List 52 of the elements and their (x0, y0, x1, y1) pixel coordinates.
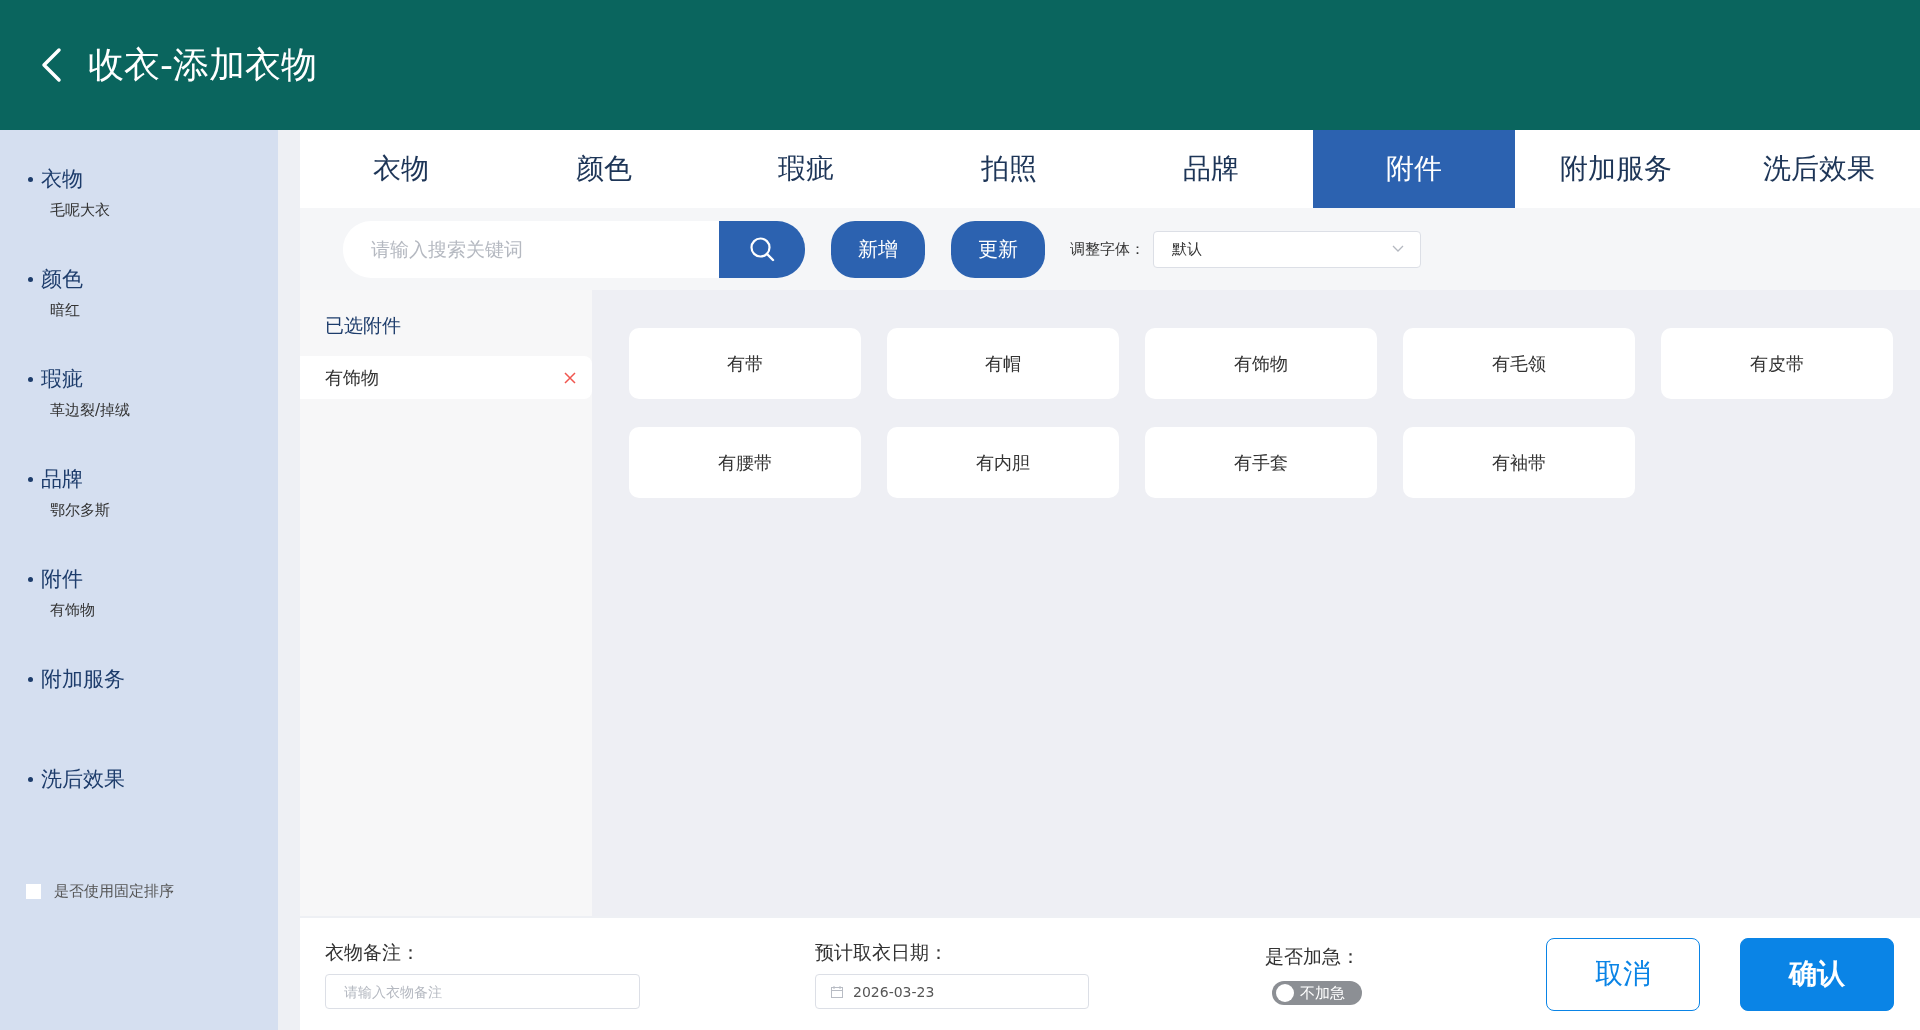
panel-title: 已选附件 (325, 313, 402, 338)
remark-label: 衣物备注： (325, 940, 421, 965)
back-icon[interactable] (40, 47, 62, 83)
page-title: 收衣-添加衣物 (88, 43, 317, 87)
search-button[interactable] (719, 220, 805, 278)
calendar-icon (831, 985, 843, 998)
option-button[interactable]: 有袖带 (1403, 427, 1635, 498)
sidebar-item[interactable]: 洗后效果 (41, 764, 125, 794)
date-field[interactable]: 2026-03-23 (815, 974, 1089, 1009)
option-button[interactable]: 有皮带 (1661, 328, 1893, 399)
option-button[interactable]: 有饰物 (1145, 328, 1377, 399)
sidebar-item-value: 暗红 (50, 300, 81, 320)
sidebar-item[interactable]: 衣物 (41, 164, 83, 194)
dialog-button[interactable]: 取消 (1546, 937, 1700, 1011)
search-field[interactable]: 请输入搜索关键词 (343, 220, 719, 278)
date-label: 预计取衣日期： (815, 940, 949, 965)
option-button[interactable]: 有毛领 (1403, 328, 1635, 399)
font-select-label: 调整字体： (1070, 239, 1145, 259)
toolbar-button[interactable]: 更新 (951, 220, 1045, 278)
sidebar-item[interactable]: 颜色 (41, 264, 83, 294)
sidebar-item-value: 革边裂/掉绒 (50, 400, 132, 420)
bullet-icon (28, 476, 33, 482)
tab[interactable]: 附件 (1312, 130, 1515, 208)
close-icon[interactable] (564, 371, 576, 384)
bullet-icon (28, 676, 33, 682)
sidebar-item[interactable]: 品牌 (41, 464, 83, 494)
dialog-button[interactable]: 确认 (1740, 937, 1894, 1011)
bullet-icon (28, 176, 33, 182)
bullet-icon (28, 376, 33, 382)
sidebar-item-value: 毛呢大衣 (50, 200, 111, 220)
urgent-label: 是否加急： (1265, 944, 1360, 969)
selected-item[interactable]: 有饰物 (300, 356, 592, 399)
bullet-icon (28, 776, 33, 782)
remark-field[interactable]: 请输入衣物备注 (325, 974, 640, 1009)
toolbar-button[interactable]: 新增 (831, 220, 925, 278)
bullet-icon (28, 576, 33, 582)
sidebar-item[interactable]: 附件 (41, 564, 83, 594)
option-button[interactable]: 有帽 (887, 328, 1119, 399)
chevron-down-icon (1392, 245, 1404, 253)
sidebar-item-value: 鄂尔多斯 (50, 500, 111, 520)
option-button[interactable]: 有手套 (1145, 427, 1377, 498)
option-button[interactable]: 有腰带 (629, 427, 861, 498)
bullet-icon (28, 276, 33, 282)
checkbox-label: 是否使用固定排序 (54, 882, 174, 901)
sidebar-item[interactable]: 附加服务 (41, 664, 125, 694)
sidebar-item[interactable]: 瑕疵 (41, 364, 83, 394)
search-icon (749, 236, 775, 262)
option-button[interactable]: 有带 (629, 328, 861, 399)
option-button[interactable]: 有内胆 (887, 427, 1119, 498)
checkbox[interactable] (26, 884, 41, 899)
font-select[interactable]: 默认 (1153, 230, 1421, 268)
sidebar-item-value: 有饰物 (50, 600, 96, 620)
